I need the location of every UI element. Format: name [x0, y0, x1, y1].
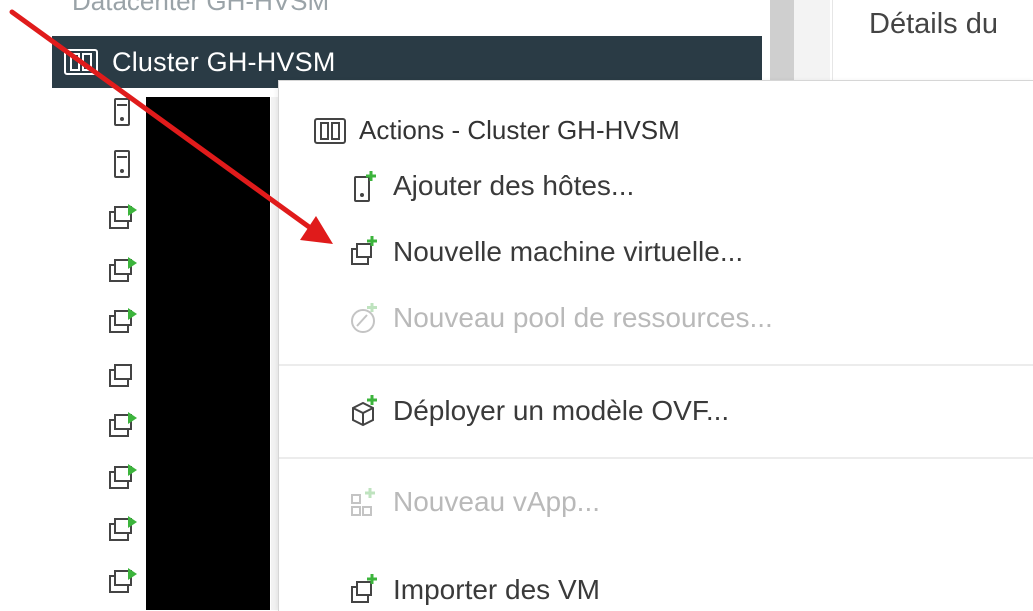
menu-header-title: Actions - Cluster GH-HVSM [359, 115, 680, 145]
menu-item-label: Ajouter des hôtes... [393, 170, 635, 201]
cluster-icon [314, 117, 346, 144]
deploy-ovf-icon [352, 395, 377, 427]
menu-header: Actions - Cluster GH-HVSM [313, 115, 680, 146]
details-pane: Détails du [832, 0, 1033, 80]
menu-separator [279, 457, 1033, 459]
tree-item-datacenter[interactable]: Datacenter GH-HVSM [72, 0, 329, 17]
add-host-icon [354, 171, 376, 202]
host-icon[interactable] [106, 96, 138, 128]
menu-item-label: Nouveau pool de ressources... [393, 302, 773, 333]
menu-item-label: Nouvelle machine virtuelle... [393, 236, 744, 267]
menu-item-new-resource-pool: Nouveau pool de ressources... [349, 301, 773, 335]
vm-powered-on-icon[interactable] [106, 202, 138, 234]
resource-pool-icon [351, 303, 377, 333]
menu-item-label: Nouveau vApp... [393, 486, 601, 517]
vm-powered-off-icon[interactable] [106, 360, 138, 392]
menu-separator [279, 364, 1033, 366]
actions-context-menu: Actions - Cluster GH-HVSM Ajouter des hô… [278, 80, 1033, 611]
menu-item-label: Importer des VM [393, 574, 600, 605]
new-vm-icon [351, 236, 377, 265]
menu-item-new-vapp: Nouveau vApp... [349, 485, 600, 519]
menu-item-import-vm[interactable]: Importer des VM [349, 573, 600, 607]
vm-powered-on-icon[interactable] [106, 306, 138, 338]
vm-powered-on-icon[interactable] [106, 255, 138, 287]
menu-item-deploy-ovf[interactable]: Déployer un modèle OVF... [349, 394, 729, 428]
menu-item-label: Déployer un modèle OVF... [393, 395, 730, 426]
vm-powered-on-icon[interactable] [106, 462, 138, 494]
cluster-label: Cluster GH-HVSM [112, 46, 336, 77]
menu-item-add-hosts[interactable]: Ajouter des hôtes... [349, 169, 634, 203]
cluster-icon [64, 49, 98, 75]
details-title: Détails du [869, 8, 998, 40]
vm-powered-on-icon[interactable] [106, 566, 138, 598]
host-icon[interactable] [106, 148, 138, 180]
menu-item-new-vm[interactable]: Nouvelle machine virtuelle... [349, 235, 743, 269]
vm-powered-on-icon[interactable] [106, 410, 138, 442]
import-vm-icon [351, 574, 377, 603]
new-vapp-icon [351, 488, 375, 516]
vm-powered-on-icon[interactable] [106, 514, 138, 546]
redacted-names-block [146, 97, 270, 610]
